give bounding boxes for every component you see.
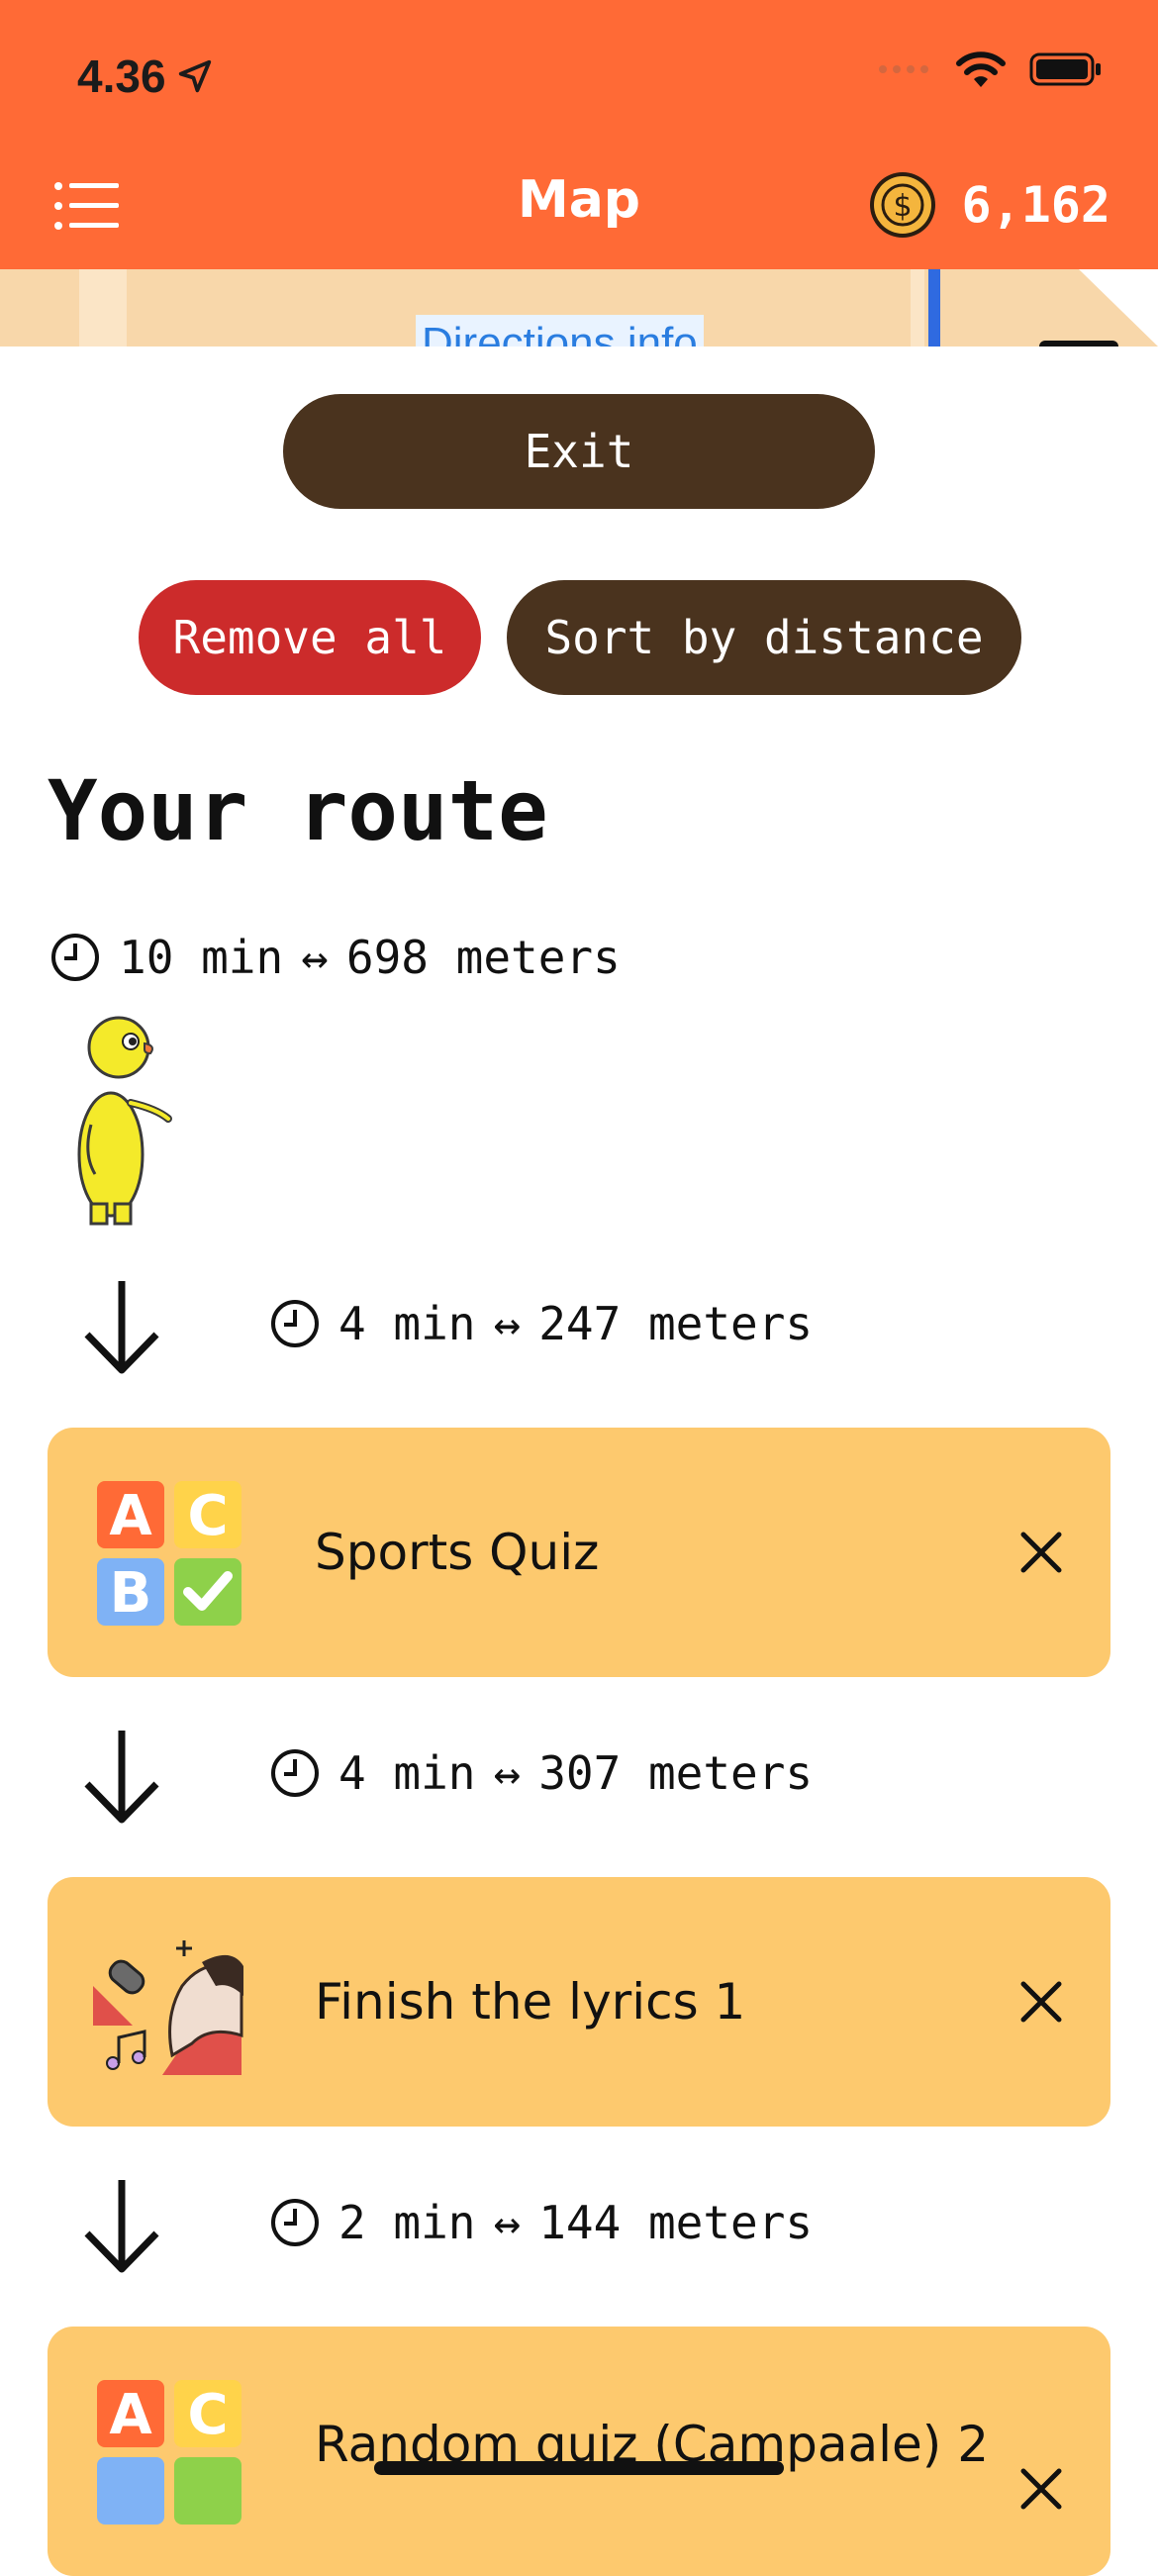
home-indicator[interactable] xyxy=(374,2461,784,2475)
route-total-distance: 698 meters xyxy=(345,931,621,984)
leg-distance: 144 meters xyxy=(538,2196,814,2249)
leg-distance: 247 meters xyxy=(538,1297,814,1350)
coin-icon: $ xyxy=(870,172,936,238)
clock-icon xyxy=(271,2199,319,2246)
leg-distance: 307 meters xyxy=(538,1746,814,1800)
down-arrow-icon xyxy=(84,1731,159,1824)
exit-button[interactable]: Exit xyxy=(283,394,875,509)
close-icon[interactable] xyxy=(1017,2465,1065,2513)
map-area xyxy=(1079,269,1158,347)
battery-icon xyxy=(1029,52,1101,86)
close-icon[interactable] xyxy=(1017,1978,1065,2026)
route-item-name: Finish the lyrics 1 xyxy=(315,1973,746,2031)
clock-text: 4.36 xyxy=(77,50,166,102)
cellular-signal-icon xyxy=(879,65,928,73)
down-arrow-icon xyxy=(84,2180,159,2273)
distance-arrow-icon: ↔ xyxy=(493,1297,522,1350)
sort-by-distance-button[interactable]: Sort by distance xyxy=(507,580,1021,695)
leg-time: 4 min xyxy=(338,1746,476,1800)
route-item-card[interactable]: A C Random quiz (Campaale) 2 xyxy=(48,2327,1110,2576)
distance-arrow-icon: ↔ xyxy=(493,2196,522,2249)
leg-time: 4 min xyxy=(338,1297,476,1350)
leg-info: 4 min ↔ 307 meters xyxy=(269,1746,813,1800)
singer-icon xyxy=(93,1940,243,2075)
route-total: 10 min ↔ 698 meters xyxy=(49,931,621,984)
distance-arrow-icon: ↔ xyxy=(493,1746,522,1800)
route-total-time: 10 min xyxy=(119,931,284,984)
route-item-name: Random quiz (Campaale) 2 xyxy=(315,2416,990,2473)
coin-balance: $ 6,162 xyxy=(868,170,1110,240)
route-title: Your route xyxy=(48,762,548,859)
clock-icon xyxy=(51,934,99,981)
svg-text:A: A xyxy=(109,2383,152,2447)
remove-all-button[interactable]: Remove all xyxy=(139,580,481,695)
leg-info: 2 min ↔ 144 meters xyxy=(269,2196,813,2249)
svg-text:B: B xyxy=(110,1561,152,1626)
leg-info: 4 min ↔ 247 meters xyxy=(269,1297,813,1350)
coin-symbol: $ xyxy=(894,189,913,224)
route-item-card[interactable]: Finish the lyrics 1 xyxy=(48,1877,1110,2127)
status-time: 4.36 xyxy=(77,50,214,103)
coin-count: 6,162 xyxy=(961,176,1110,234)
leg-time: 2 min xyxy=(338,2196,476,2249)
distance-arrow-icon: ↔ xyxy=(301,931,329,984)
wifi-icon xyxy=(956,51,1006,87)
map-road xyxy=(79,269,127,347)
duck-mascot-icon xyxy=(77,1016,172,1226)
abc-quiz-icon: A C B xyxy=(97,1481,241,1626)
clock-icon xyxy=(271,1749,319,1797)
down-arrow-icon xyxy=(84,1281,159,1374)
top-bar: 4.36 Map $ 6,162 xyxy=(0,0,1158,269)
route-item-name: Sports Quiz xyxy=(315,1524,600,1581)
abc-quiz-icon: A C xyxy=(97,2380,241,2525)
close-icon[interactable] xyxy=(1017,1529,1065,1576)
route-line xyxy=(928,269,940,347)
route-item-card[interactable]: A C B Sports Quiz xyxy=(48,1428,1110,1677)
map-road xyxy=(911,269,924,347)
status-icons xyxy=(877,50,1103,89)
svg-text:C: C xyxy=(187,1484,228,1548)
svg-text:C: C xyxy=(187,2383,228,2447)
clock-icon xyxy=(271,1300,319,1347)
location-arrow-icon xyxy=(178,59,211,93)
svg-text:A: A xyxy=(109,1484,152,1548)
directions-info-label[interactable]: Directions info xyxy=(416,315,704,347)
